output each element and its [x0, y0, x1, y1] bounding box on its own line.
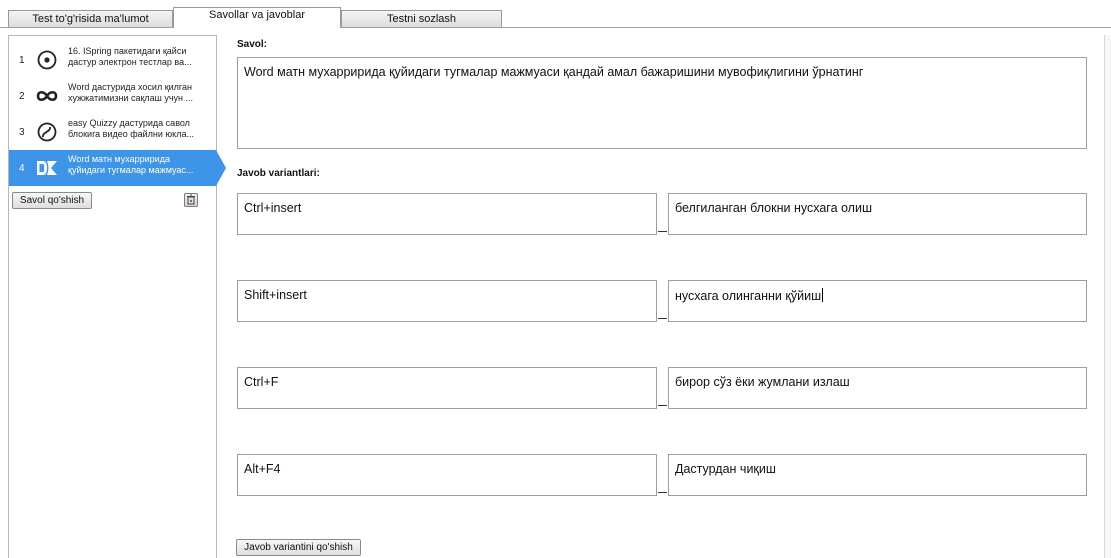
pair-connector: [658, 318, 667, 319]
tab-bar: Test to'g'risida ma'lumot Savollar va ja…: [0, 0, 1111, 28]
tab-test-info[interactable]: Test to'g'risida ma'lumot: [8, 10, 173, 27]
question-preview-line2: қуйидаги тугмалар мажмуас...: [68, 165, 194, 175]
question-list-item-3[interactable]: 3 easy Quizzy дастурида савол блокига ви…: [9, 114, 216, 150]
tab-test-settings[interactable]: Testni sozlash: [341, 10, 502, 27]
tab-questions-answers[interactable]: Savollar va javoblar: [173, 7, 341, 28]
text-cursor: [822, 288, 824, 302]
add-answer-button[interactable]: Javob variantini qo'shish: [236, 539, 361, 556]
question-number: 4: [19, 163, 25, 174]
question-number: 3: [19, 127, 25, 138]
question-preview-line1: easy Quizzy дастурида савол: [68, 118, 190, 128]
question-preview-line2: хужжатимизни сақлаш учун ...: [68, 93, 194, 103]
add-question-button[interactable]: Savol qo'shish: [12, 192, 92, 209]
matching-icon: [36, 90, 58, 102]
question-list-item-2[interactable]: 2 Word дастурида хосил қилган хужжатимиз…: [9, 78, 216, 114]
question-list-item-4[interactable]: 4 Word матн мухарририда қуйидаги тугмала…: [9, 150, 226, 186]
answer-left-input[interactable]: Alt+F4: [237, 454, 657, 496]
answer-right-input[interactable]: бирор сўз ёки жумлани излаш: [668, 367, 1087, 409]
question-preview: 16. ISpring пакетидаги қайси дастур элек…: [68, 46, 208, 68]
answers-label: Javob variantlari:: [237, 168, 320, 179]
question-preview-line2: блокига видео файлни юкла...: [68, 129, 194, 139]
tab-divider: [0, 27, 1111, 28]
question-preview-line1: Word матн мухарририда: [68, 154, 170, 164]
vertical-scrollbar[interactable]: [1104, 35, 1111, 558]
question-preview-line1: Word дастурида хосил қилган: [68, 82, 192, 92]
question-preview: Word матн мухарририда қуйидаги тугмалар …: [68, 154, 208, 176]
question-preview: easy Quizzy дастурида савол блокига виде…: [68, 118, 208, 140]
question-preview: Word дастурида хосил қилган хужжатимизни…: [68, 82, 208, 104]
answer-right-input[interactable]: белгиланган блокни нусхага олиш: [668, 193, 1087, 235]
drag-drop-icon: [37, 161, 57, 175]
pair-connector: [658, 231, 667, 232]
answer-right-input[interactable]: Дастурдан чиқиш: [668, 454, 1087, 496]
delete-question-button[interactable]: [184, 193, 198, 207]
trash-icon: [187, 194, 195, 205]
answer-left-input[interactable]: Shift+insert: [237, 280, 657, 322]
question-text-input[interactable]: Word матн мухарририда қуйидаги тугмалар …: [237, 57, 1087, 149]
pair-connector: [658, 492, 667, 493]
answer-left-input[interactable]: Ctrl+F: [237, 367, 657, 409]
answer-right-input[interactable]: нусхага олинганни қўйиш: [668, 280, 1087, 322]
question-number: 2: [19, 91, 25, 102]
question-preview-line2: дастур электрон тестлар ва...: [68, 57, 192, 67]
answer-left-input[interactable]: Ctrl+insert: [237, 193, 657, 235]
single-choice-icon: [37, 50, 57, 70]
question-preview-line1: 16. ISpring пакетидаги қайси: [68, 46, 187, 56]
pair-connector: [658, 405, 667, 406]
question-number: 1: [19, 55, 25, 66]
question-list-panel: 1 16. ISpring пакетидаги қайси дастур эл…: [8, 35, 226, 558]
question-label: Savol:: [237, 39, 268, 50]
sequence-icon: [37, 122, 57, 142]
answer-right-text: нусхага олинганни қўйиш: [675, 289, 822, 303]
question-list-item-1[interactable]: 1 16. ISpring пакетидаги қайси дастур эл…: [9, 42, 216, 78]
